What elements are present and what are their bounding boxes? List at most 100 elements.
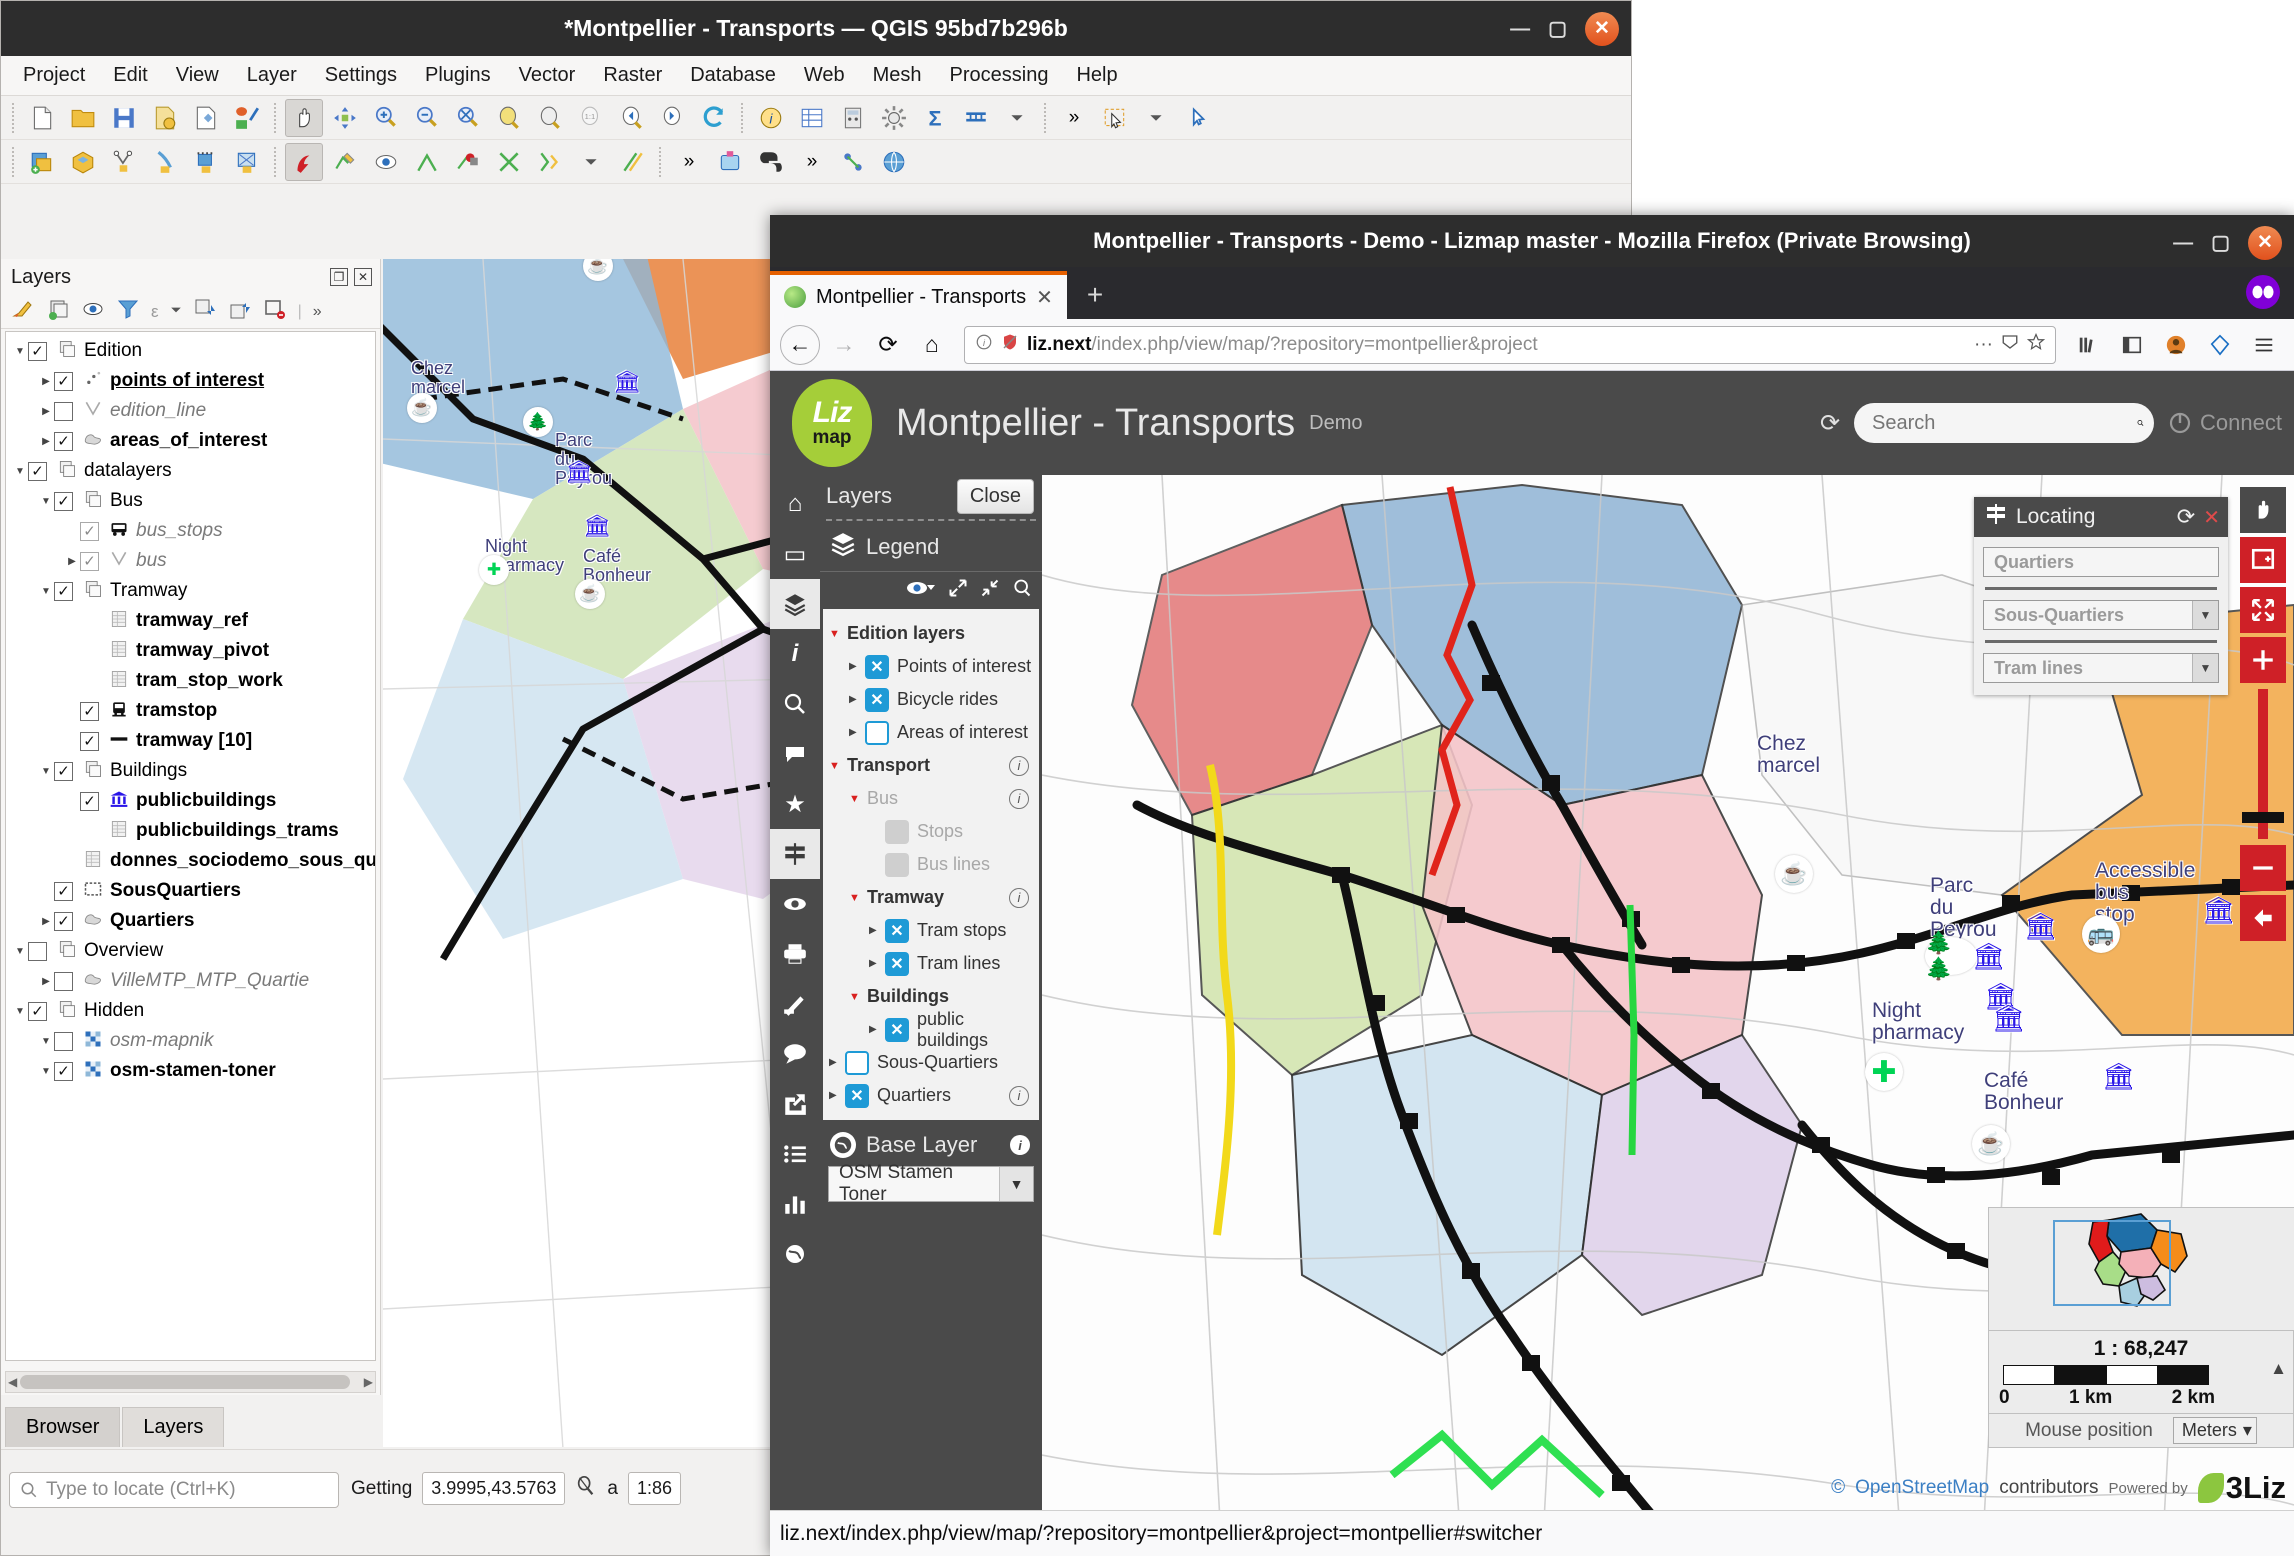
layer-tree-row[interactable]: ▼ ✓ Hidden (6, 996, 375, 1026)
collapse-arrow-icon[interactable]: ▼ (12, 466, 28, 477)
layer-tree-row[interactable]: ✓ publicbuildings (6, 786, 375, 816)
poi-trees-icon[interactable]: 🌲 (523, 407, 553, 437)
scroll-right-arrow-icon[interactable]: ▶ (364, 1375, 373, 1389)
legend-row[interactable]: ▶ ✕ Tram stops (823, 914, 1039, 947)
pocket-icon[interactable] (2200, 325, 2240, 365)
legend-row[interactable]: ▶ ✕ public buildings (823, 1009, 1039, 1050)
legend-row[interactable]: ▶ ✕ Bicycle rides (823, 683, 1039, 716)
layer-tree-row[interactable]: ▶ edition_line (6, 396, 375, 426)
layer-tree-row[interactable]: ▼ Overview (6, 936, 375, 966)
pan-to-selection-icon[interactable] (326, 99, 364, 137)
chart-bar-icon[interactable] (770, 1179, 820, 1229)
scale-display[interactable]: 1:86 (627, 1472, 682, 1505)
menu-project[interactable]: Project (13, 60, 95, 91)
tab-close-icon[interactable]: ✕ (1036, 285, 1053, 310)
close-panel-button[interactable]: Close (956, 478, 1034, 514)
layer-tree-row[interactable]: ▼ ✓ Buildings (6, 756, 375, 786)
group-collapse-caret-icon[interactable]: ▼ (849, 793, 867, 805)
new-file-icon[interactable] (23, 99, 61, 137)
layer-tree-row[interactable]: tramway_ref (6, 606, 375, 636)
layer-info-icon[interactable]: i (1009, 788, 1029, 809)
layer-visibility-checkbox[interactable]: ✓ (80, 551, 99, 571)
zoom-in-plus-icon[interactable] (2240, 637, 2286, 683)
layer-tree-row[interactable]: ▶ ✓ points of interest (6, 366, 375, 396)
expand-symbology-arrow-icon[interactable]: ▶ (849, 661, 865, 672)
add-feature-icon[interactable] (408, 143, 446, 181)
layer-visibility-checkbox[interactable]: ✓ (80, 791, 99, 811)
layer-tree-row[interactable]: tramway_pivot (6, 636, 375, 666)
poi-cup-icon[interactable]: ☕ (1972, 1125, 2010, 1163)
layer-tree-row[interactable]: ▼ ✓ Bus (6, 486, 375, 516)
locate-field-tram-lines[interactable]: Tram lines ▼ (1983, 653, 2219, 683)
layer-tree-row[interactable]: publicbuildings_trams (6, 816, 375, 846)
zoom-full-icon[interactable] (449, 99, 487, 137)
add-spatialite-layer-icon[interactable] (187, 143, 225, 181)
select-dropdown-icon[interactable] (1137, 99, 1175, 137)
legend-row[interactable]: Stops (823, 815, 1039, 848)
expand-all-icon[interactable] (948, 578, 968, 603)
layer-visibility-checkbox[interactable]: ✓ (54, 911, 73, 931)
pan-hand-icon[interactable] (2240, 487, 2286, 533)
layer-info-icon[interactable]: i (1009, 887, 1029, 908)
remove-layer-icon[interactable] (263, 297, 287, 326)
qgis-maximize-button[interactable]: ▢ (1548, 19, 1567, 39)
layer-visibility-checkbox[interactable]: ✓ (54, 431, 73, 451)
save-as-icon[interactable] (146, 99, 184, 137)
layer-visibility-checkbox[interactable]: ✓ (80, 521, 99, 541)
new-tab-button[interactable]: + (1067, 271, 1123, 319)
back-button[interactable]: ← (780, 324, 820, 365)
layer-tree-row[interactable]: ✓ tramstop (6, 696, 375, 726)
collapse-arrow-icon[interactable]: ▼ (12, 346, 28, 357)
add-group-icon[interactable] (46, 297, 70, 326)
layer-visibility-checkbox[interactable]: ✓ (28, 1001, 47, 1021)
layer-visibility-checkbox[interactable]: ✓ (54, 761, 73, 781)
collapse-arrow-icon[interactable]: ▼ (12, 946, 28, 957)
search-input[interactable] (1872, 411, 2138, 435)
permalink-share-icon[interactable] (770, 1079, 820, 1129)
menu-vector[interactable]: Vector (509, 60, 586, 91)
locator-bar[interactable]: Type to locate (Ctrl+K) (9, 1472, 339, 1508)
hamburger-menu-icon[interactable] (2244, 325, 2284, 365)
collapse-arrow-icon[interactable]: ▼ (38, 586, 54, 597)
refresh-icon[interactable]: ⟳ (2177, 504, 2195, 530)
overview-extent-frame[interactable] (2053, 1220, 2171, 1306)
layer-visibility-checkbox[interactable]: ✓ (54, 881, 73, 901)
zoom-out-minus-icon[interactable] (2240, 845, 2286, 891)
legend-row[interactable]: ▶ ✕ Points of interest (823, 650, 1039, 683)
close-icon[interactable]: ✕ (2203, 505, 2220, 530)
pan-map-icon[interactable] (285, 98, 323, 137)
node-tool-icon[interactable] (449, 143, 487, 181)
layer-visibility-checkbox[interactable] (54, 1031, 73, 1051)
menu-raster[interactable]: Raster (593, 60, 672, 91)
menu-plugins[interactable]: Plugins (415, 60, 501, 91)
layer-tree-row[interactable]: tram_stop_work (6, 666, 375, 696)
filter-legend-icon[interactable] (116, 297, 140, 326)
digitize-icon[interactable] (326, 143, 364, 181)
layers-tree[interactable]: ▼ ✓ Edition ▶ ✓ points of interest ▶ edition_li… (5, 331, 376, 1361)
layer-tree-row[interactable]: donnes_sociodemo_sous_qu (6, 846, 375, 876)
field-calculator-icon[interactable] (834, 99, 872, 137)
overflow-icon[interactable]: » (670, 143, 708, 181)
layer-visibility-checkbox[interactable] (54, 971, 73, 991)
statistics-icon[interactable]: Σ (916, 99, 954, 137)
expand-arrow-icon[interactable]: ▶ (38, 976, 54, 987)
add-vector-layer-icon[interactable] (23, 143, 61, 181)
layer-visibility-checkbox[interactable]: ✓ (54, 371, 73, 391)
add-postgis-layer-icon[interactable] (146, 143, 184, 181)
layer-visibility-checkbox[interactable]: ✓ (54, 581, 73, 601)
chevron-down-icon[interactable]: ▾ (2243, 1420, 2252, 1441)
vertex-tool-icon[interactable] (367, 143, 405, 181)
layer-visibility-checkbox[interactable] (54, 401, 73, 421)
layer-tree-row[interactable]: ▶ ✓ bus (6, 546, 375, 576)
lizmap-map-canvas[interactable]: ZooLun Chezmarcel ParcduPeyrou Accessibl… (1042, 475, 2294, 1510)
info-icon[interactable]: i (770, 629, 820, 679)
reader-mode-icon[interactable] (2001, 333, 2019, 357)
search-box[interactable] (1854, 403, 2155, 443)
layer-tree-row[interactable]: ✓ tramway [10] (6, 726, 375, 756)
layer-tree-row[interactable]: ▶ VilleMTP_MTP_Quartie (6, 966, 375, 996)
expand-arrow-icon[interactable]: ▶ (64, 556, 80, 567)
layer-visibility-checkbox[interactable]: ✓ (54, 491, 73, 511)
layer-visibility-checkbox[interactable]: ✕ (865, 687, 889, 712)
poi-pharmacy-cross-icon[interactable]: ✚ (1865, 1053, 1903, 1091)
expand-all-icon[interactable] (193, 297, 217, 326)
